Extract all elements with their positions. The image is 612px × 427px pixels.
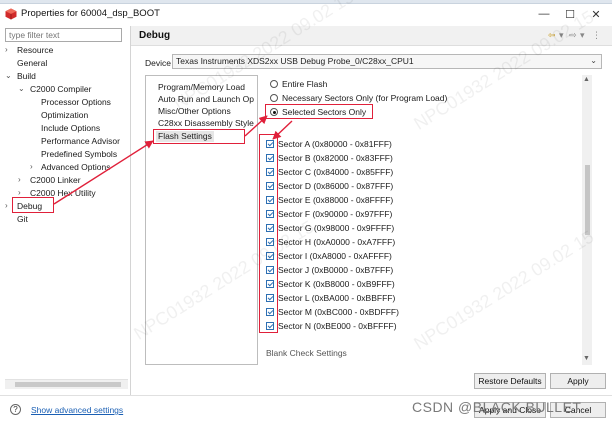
dropdown-arrow-icon[interactable]: ▾ [580, 30, 585, 41]
category-program-memory-load[interactable]: Program/Memory Load [158, 82, 245, 93]
scroll-up-icon[interactable]: ▲ [583, 76, 590, 83]
device-value: Texas Instruments XDS2xx USB Debug Probe… [176, 56, 414, 66]
category-list: Program/Memory Load Auto Run and Launch … [145, 75, 258, 365]
scrollbar-thumb[interactable] [585, 165, 590, 235]
close-button[interactable]: ✕ [586, 6, 606, 22]
dropdown-arrow-icon[interactable]: ▾ [559, 30, 564, 41]
annotation-box-selected-sectors [265, 104, 373, 119]
back-arrow-icon[interactable]: ⇦ [548, 30, 556, 41]
property-tree: › Resource General ⌄ Build ⌄ C2000 Compi… [5, 44, 120, 224]
tree-horizontal-scrollbar[interactable] [5, 379, 128, 389]
chevron-down-icon: ⌄ [590, 56, 597, 65]
content-vertical-scrollbar[interactable]: ▲ ▼ [582, 75, 592, 365]
device-label: Device [145, 58, 171, 68]
menu-icon[interactable]: ⋮ [592, 30, 601, 41]
chevron-right-icon[interactable]: › [5, 44, 13, 56]
app-cube-icon [5, 8, 17, 20]
window-title: Properties for 60004_dsp_BOOT [21, 8, 160, 19]
chevron-down-icon[interactable]: ⌄ [18, 83, 26, 95]
credit-watermark: CSDN @BLACK BULLET [412, 399, 582, 415]
category-misc-options[interactable]: Misc/Other Options [158, 106, 231, 117]
page-header: Debug ⇦ ▾ ⇨ ▾ ⋮ [131, 26, 612, 46]
scroll-down-icon[interactable]: ▼ [583, 355, 590, 362]
radio-circle[interactable] [270, 80, 278, 88]
title-bar: Properties for 60004_dsp_BOOT — ☐ ✕ [0, 4, 612, 24]
help-icon[interactable]: ? [10, 404, 21, 415]
show-advanced-settings-link[interactable]: Show advanced settings [31, 405, 123, 415]
category-auto-run[interactable]: Auto Run and Launch Op [158, 94, 254, 105]
scrollbar-thumb[interactable] [15, 382, 121, 387]
filter-input[interactable] [5, 28, 122, 42]
footer-divider [0, 395, 612, 396]
chevron-down-icon[interactable]: ⌄ [5, 70, 13, 82]
restore-defaults-button[interactable]: Restore Defaults [474, 373, 546, 389]
maximize-button[interactable]: ☐ [560, 6, 580, 22]
blank-check-settings-heading: Blank Check Settings [266, 348, 347, 358]
panel-divider[interactable] [130, 26, 131, 396]
device-select[interactable]: Texas Instruments XDS2xx USB Debug Probe… [172, 54, 602, 69]
annotation-box-sector-checkboxes [259, 134, 278, 333]
annotation-box-debug [12, 197, 54, 213]
forward-arrow-icon[interactable]: ⇨ [569, 30, 577, 41]
chevron-right-icon[interactable]: › [18, 174, 26, 186]
page-title: Debug [139, 30, 171, 41]
chevron-right-icon[interactable]: › [30, 161, 38, 173]
annotation-box-flash-settings [153, 129, 245, 144]
minimize-button[interactable]: — [534, 6, 554, 22]
apply-button[interactable]: Apply [550, 373, 606, 389]
radio-circle[interactable] [270, 94, 278, 102]
category-disassembly-style[interactable]: C28xx Disassembly Style [158, 118, 254, 129]
